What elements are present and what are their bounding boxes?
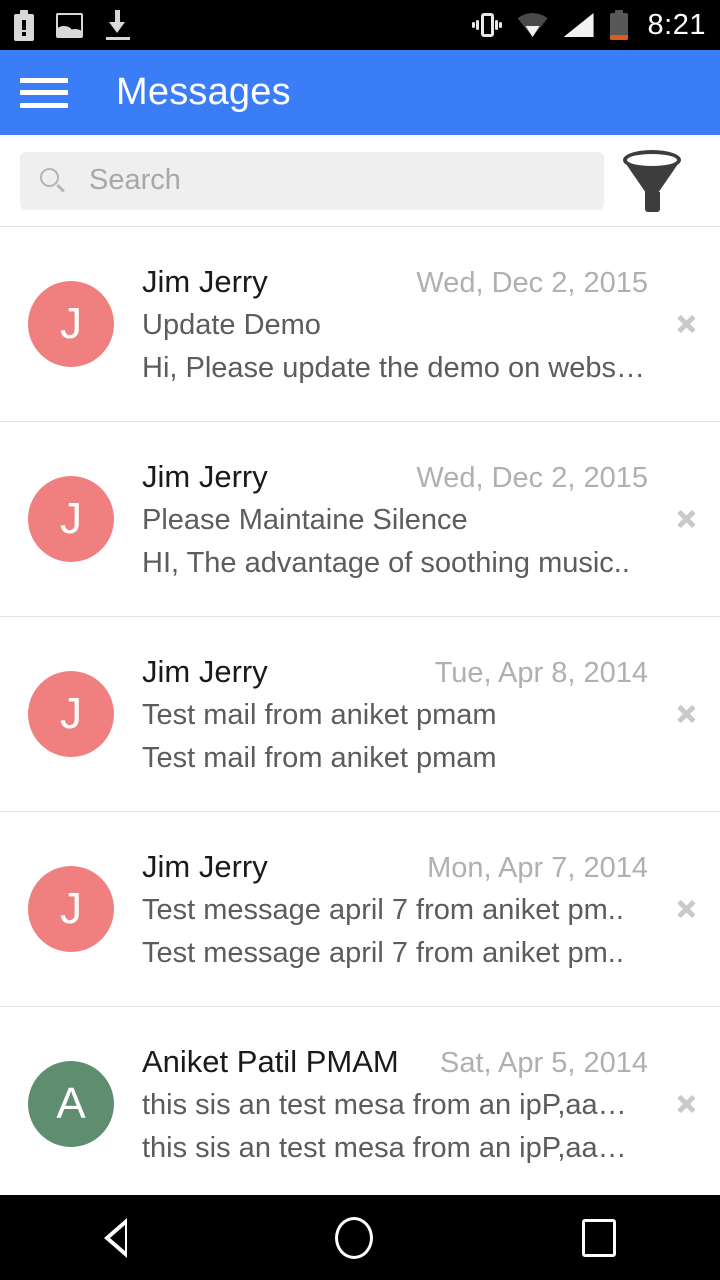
message-subject: Test message april 7 from aniket pm.. [142, 893, 624, 926]
app-bar: Messages [0, 50, 720, 135]
chevron-right-icon [677, 306, 697, 342]
search-icon [40, 167, 66, 194]
message-content: Jim Jerry Wed, Dec 2, 2015 Please Maintain… [142, 459, 654, 580]
open-message-button[interactable] [654, 1086, 720, 1122]
message-header: Aniket Patil PMAM Sat, Apr 5, 2014 [142, 1044, 648, 1080]
avatar: J [28, 866, 114, 952]
message-row[interactable]: J Jim Jerry Wed, Dec 2, 2015 Update Demo Hi,… [0, 227, 720, 422]
status-bar-right-icons: 8:21 [456, 9, 706, 42]
avatar-initial: J [60, 299, 82, 348]
avatar: J [28, 281, 114, 367]
home-circle-icon[interactable] [335, 1216, 374, 1259]
message-subject: this sis an test mesa from an ipP,aa… [142, 1088, 627, 1121]
message-sender: Jim Jerry [142, 848, 268, 884]
message-sender: Jim Jerry [142, 458, 268, 494]
message-row[interactable]: J Jim Jerry Wed, Dec 2, 2015 Please Maintai… [0, 422, 720, 617]
avatar-initial: A [56, 1079, 86, 1128]
signal-icon [563, 13, 594, 37]
message-content: Jim Jerry Wed, Dec 2, 2015 Update Demo Hi, … [142, 264, 654, 385]
message-preview: Hi, Please update the demo on webs… [142, 351, 645, 384]
message-row[interactable]: J Jim Jerry Tue, Apr 8, 2014 Test mail from… [0, 617, 720, 812]
message-subject: Test mail from aniket pmam [142, 698, 497, 731]
message-content: Jim Jerry Mon, Apr 7, 2014 Test message ap… [142, 849, 654, 970]
avatar: A [28, 1061, 114, 1147]
message-preview: Test message april 7 from aniket pm.. [142, 936, 624, 969]
message-header: Jim Jerry Wed, Dec 2, 2015 [142, 459, 648, 495]
open-message-button[interactable] [654, 501, 720, 537]
message-date: Wed, Dec 2, 2015 [416, 461, 648, 494]
message-sender: Jim Jerry [142, 653, 268, 689]
filter-button[interactable] [604, 148, 700, 214]
message-date: Mon, Apr 7, 2014 [427, 851, 648, 884]
message-subject: Please Maintaine Silence [142, 503, 468, 536]
hamburger-menu-icon[interactable] [20, 74, 68, 112]
battery-low-icon [609, 10, 628, 40]
message-date: Tue, Apr 8, 2014 [434, 656, 648, 689]
avatar: J [28, 476, 114, 562]
message-subject: Update Demo [142, 308, 321, 341]
open-message-button[interactable] [654, 306, 720, 342]
message-header: Jim Jerry Wed, Dec 2, 2015 [142, 264, 648, 300]
status-bar: 8:21 [0, 0, 720, 50]
search-placeholder: Search [89, 164, 181, 196]
page-title: Messages [116, 71, 291, 113]
message-sender: Aniket Patil PMAM [142, 1043, 399, 1079]
image-icon [56, 12, 83, 38]
chevron-right-icon [677, 696, 697, 732]
search-bar: Search [0, 135, 720, 227]
message-row[interactable]: A Aniket Patil PMAM Sat, Apr 5, 2014 this s… [0, 1007, 720, 1202]
download-icon [105, 10, 131, 40]
avatar-initial: J [60, 494, 82, 543]
chevron-right-icon [677, 501, 697, 537]
message-preview: Test mail from aniket pmam [142, 741, 497, 774]
message-preview: this sis an test mesa from an ipP,aa… [142, 1131, 627, 1164]
phone-screen: 8:21 Messages Search J Jim Jerry Wed, Dec … [0, 0, 720, 1280]
message-header: Jim Jerry Mon, Apr 7, 2014 [142, 849, 648, 885]
message-content: Jim Jerry Tue, Apr 8, 2014 Test mail from … [142, 654, 654, 775]
message-sender: Jim Jerry [142, 263, 268, 299]
message-row[interactable]: J Jim Jerry Mon, Apr 7, 2014 Test message a… [0, 812, 720, 1007]
status-bar-left-icons [14, 9, 153, 41]
vibrate-icon [471, 11, 502, 39]
recents-square-icon[interactable] [581, 1218, 616, 1257]
battery-alert-icon [14, 9, 34, 41]
open-message-button[interactable] [654, 696, 720, 732]
message-preview: HI, The advantage of soothing music.. [142, 546, 630, 579]
message-date: Sat, Apr 5, 2014 [440, 1046, 648, 1079]
avatar: J [28, 671, 114, 757]
wifi-icon [517, 13, 548, 37]
avatar-initial: J [60, 884, 82, 933]
android-navigation-bar [0, 1195, 720, 1280]
message-date: Wed, Dec 2, 2015 [416, 266, 648, 299]
open-message-button[interactable] [654, 891, 720, 927]
message-header: Jim Jerry Tue, Apr 8, 2014 [142, 654, 648, 690]
status-bar-clock: 8:21 [647, 8, 706, 41]
search-input[interactable]: Search [20, 151, 604, 210]
chevron-right-icon [677, 891, 697, 927]
chevron-right-icon [677, 1086, 697, 1122]
back-triangle-icon[interactable] [104, 1217, 128, 1258]
message-list: J Jim Jerry Wed, Dec 2, 2015 Update Demo Hi,… [0, 227, 720, 1202]
avatar-initial: J [60, 689, 82, 738]
filter-funnel-icon [621, 148, 683, 214]
message-content: Aniket Patil PMAM Sat, Apr 5, 2014 this si… [142, 1044, 654, 1165]
